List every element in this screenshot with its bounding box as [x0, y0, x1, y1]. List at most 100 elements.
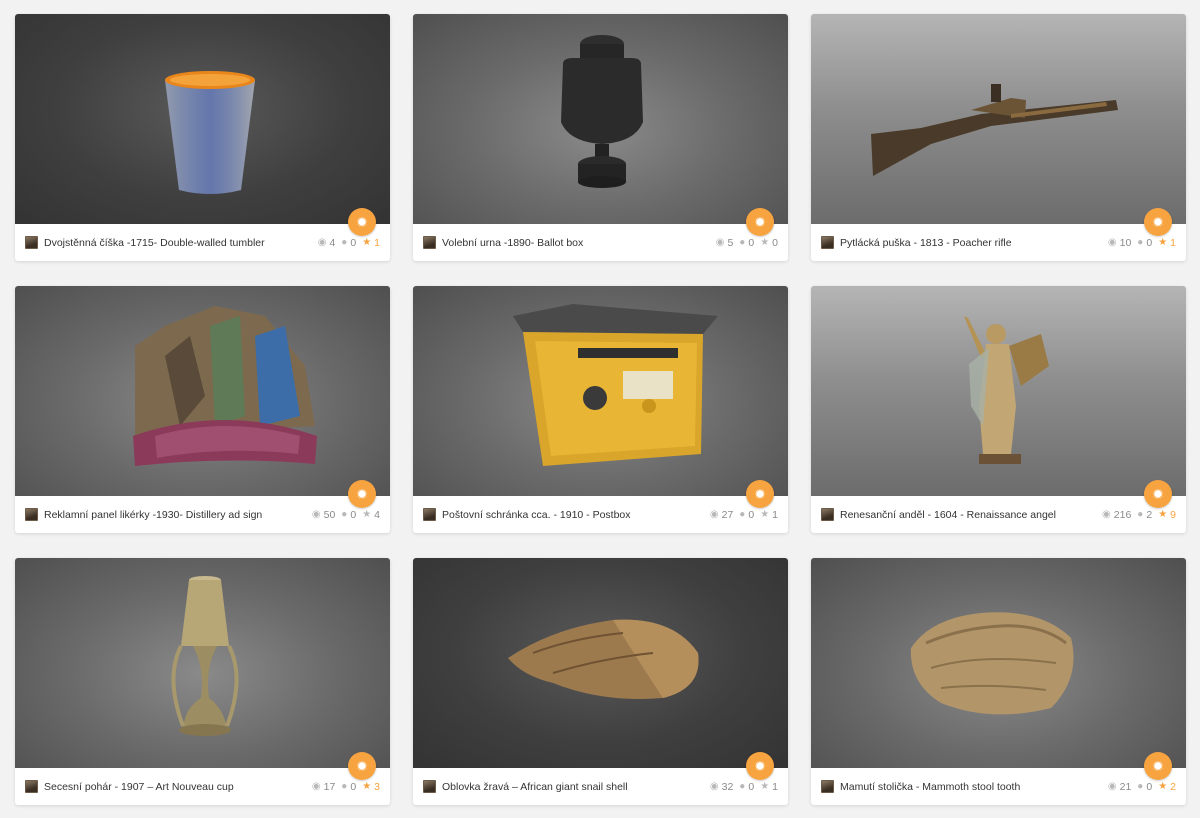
model-stats: ◉ 50 ● 0 ★ 4 [312, 509, 380, 521]
model-stats: ◉ 216 ● 2 ★ 9 [1102, 509, 1176, 521]
avatar[interactable] [423, 236, 436, 249]
comment-icon: ● [341, 236, 348, 248]
model-thumbnail[interactable] [811, 286, 1186, 496]
card-meta: Volební urna -1890- Ballot box ◉ 5 ● 0 ★ 0 [413, 224, 788, 261]
model-stats: ◉ 4 ● 0 ★ 1 [318, 237, 380, 249]
star-icon[interactable]: ★ [1158, 781, 1167, 792]
view-count: 21 [1119, 780, 1132, 793]
view-count: 32 [721, 780, 734, 793]
gear-icon[interactable]: ✹ [1144, 208, 1172, 236]
like-count: 1 [374, 236, 380, 249]
model-stats: ◉ 10 ● 0 ★ 1 [1108, 237, 1176, 249]
model-thumbnail[interactable] [15, 558, 390, 768]
eye-icon: ◉ [709, 780, 719, 792]
model-card: ✹ Poštovní schránka cca. - 1910 - Postbo… [413, 286, 788, 533]
eye-icon: ◉ [1107, 236, 1117, 248]
star-icon[interactable]: ★ [362, 781, 371, 792]
star-icon[interactable]: ★ [760, 781, 769, 792]
model-thumbnail[interactable] [15, 286, 390, 496]
model-stats: ◉ 17 ● 0 ★ 3 [312, 781, 380, 793]
like-count: 4 [374, 508, 380, 521]
comment-icon: ● [739, 780, 746, 792]
eye-icon: ◉ [317, 236, 327, 248]
comment-count: 2 [1146, 508, 1153, 521]
model-thumbnail[interactable] [413, 286, 788, 496]
star-icon[interactable]: ★ [760, 237, 769, 248]
model-title[interactable]: Renesanční anděl - 1604 - Renaissance an… [840, 509, 1102, 521]
gear-icon[interactable]: ✹ [746, 480, 774, 508]
view-count: 216 [1113, 508, 1132, 521]
star-icon[interactable]: ★ [1158, 237, 1167, 248]
star-icon[interactable]: ★ [362, 509, 371, 520]
comment-icon: ● [739, 508, 746, 520]
view-count: 27 [721, 508, 734, 521]
avatar[interactable] [423, 508, 436, 521]
gear-icon[interactable]: ✹ [348, 480, 376, 508]
model-title[interactable]: Dvojstěnná číška -1715- Double-walled tu… [44, 237, 318, 249]
gear-icon[interactable]: ✹ [348, 208, 376, 236]
model-title[interactable]: Pytlácká puška - 1813 - Poacher rifle [840, 237, 1108, 249]
model-card: ✹ Oblovka žravá – African giant snail sh… [413, 558, 788, 805]
comment-icon: ● [1137, 508, 1144, 520]
ballot-box-image [561, 35, 643, 188]
comment-icon: ● [739, 236, 746, 248]
like-count: 9 [1170, 508, 1176, 521]
avatar[interactable] [821, 508, 834, 521]
comment-icon: ● [341, 780, 348, 792]
card-meta: Dvojstěnná číška -1715- Double-walled tu… [15, 224, 390, 261]
model-stats: ◉ 32 ● 0 ★ 1 [710, 781, 778, 793]
model-title[interactable]: Volební urna -1890- Ballot box [442, 237, 716, 249]
gear-icon[interactable]: ✹ [1144, 752, 1172, 780]
like-count: 0 [772, 236, 778, 249]
star-icon[interactable]: ★ [362, 237, 371, 248]
gear-icon[interactable]: ✹ [746, 208, 774, 236]
model-stats: ◉ 21 ● 0 ★ 2 [1108, 781, 1176, 793]
model-thumbnail[interactable] [15, 14, 390, 224]
card-meta: Poštovní schránka cca. - 1910 - Postbox … [413, 496, 788, 533]
like-count: 1 [772, 508, 778, 521]
model-card: ✹ Dvojstěnná číška -1715- Double-walled … [15, 14, 390, 261]
view-count: 4 [329, 236, 336, 249]
model-card: ✹ Volební urna -1890- Ballot box ◉ 5 ● 0 ★… [413, 14, 788, 261]
model-card: ✹ Renesanční anděl - 1604 - Renaissance … [811, 286, 1186, 533]
like-count: 1 [1170, 236, 1176, 249]
star-icon[interactable]: ★ [760, 509, 769, 520]
avatar[interactable] [25, 780, 38, 793]
like-count: 3 [374, 780, 380, 793]
view-count: 5 [727, 236, 734, 249]
like-count: 1 [772, 780, 778, 793]
comment-count: 0 [1146, 236, 1153, 249]
gear-icon[interactable]: ✹ [1144, 480, 1172, 508]
avatar[interactable] [25, 236, 38, 249]
eye-icon: ◉ [709, 508, 719, 520]
view-count: 50 [323, 508, 336, 521]
avatar[interactable] [821, 780, 834, 793]
like-count: 2 [1170, 780, 1176, 793]
comment-count: 0 [748, 236, 755, 249]
model-title[interactable]: Oblovka žravá – African giant snail shel… [442, 781, 710, 793]
model-thumbnail[interactable] [413, 558, 788, 768]
star-icon[interactable]: ★ [1158, 509, 1167, 520]
gear-icon[interactable]: ✹ [746, 752, 774, 780]
eye-icon: ◉ [1107, 780, 1117, 792]
model-title[interactable]: Poštovní schránka cca. - 1910 - Postbox [442, 509, 710, 521]
model-thumbnail[interactable] [413, 14, 788, 224]
model-stats: ◉ 27 ● 0 ★ 1 [710, 509, 778, 521]
gear-icon[interactable]: ✹ [348, 752, 376, 780]
eye-icon: ◉ [1102, 508, 1111, 520]
model-title[interactable]: Mamutí stolička - Mammoth stool tooth [840, 781, 1108, 793]
model-stats: ◉ 5 ● 0 ★ 0 [716, 237, 778, 249]
avatar[interactable] [25, 508, 38, 521]
avatar[interactable] [423, 780, 436, 793]
model-thumbnail[interactable] [811, 558, 1186, 768]
view-count: 10 [1119, 236, 1132, 249]
model-thumbnail[interactable] [811, 14, 1186, 224]
snail-shell-image [508, 619, 699, 699]
avatar[interactable] [821, 236, 834, 249]
model-title[interactable]: Secesní pohár - 1907 – Art Nouveau cup [44, 781, 312, 793]
comment-count: 0 [350, 508, 357, 521]
model-card: ✹ Reklamní panel likérky -1930- Distille… [15, 286, 390, 533]
model-title[interactable]: Reklamní panel likérky -1930- Distillery… [44, 509, 312, 521]
tumbler-image [165, 71, 255, 194]
comment-icon: ● [1137, 236, 1144, 248]
